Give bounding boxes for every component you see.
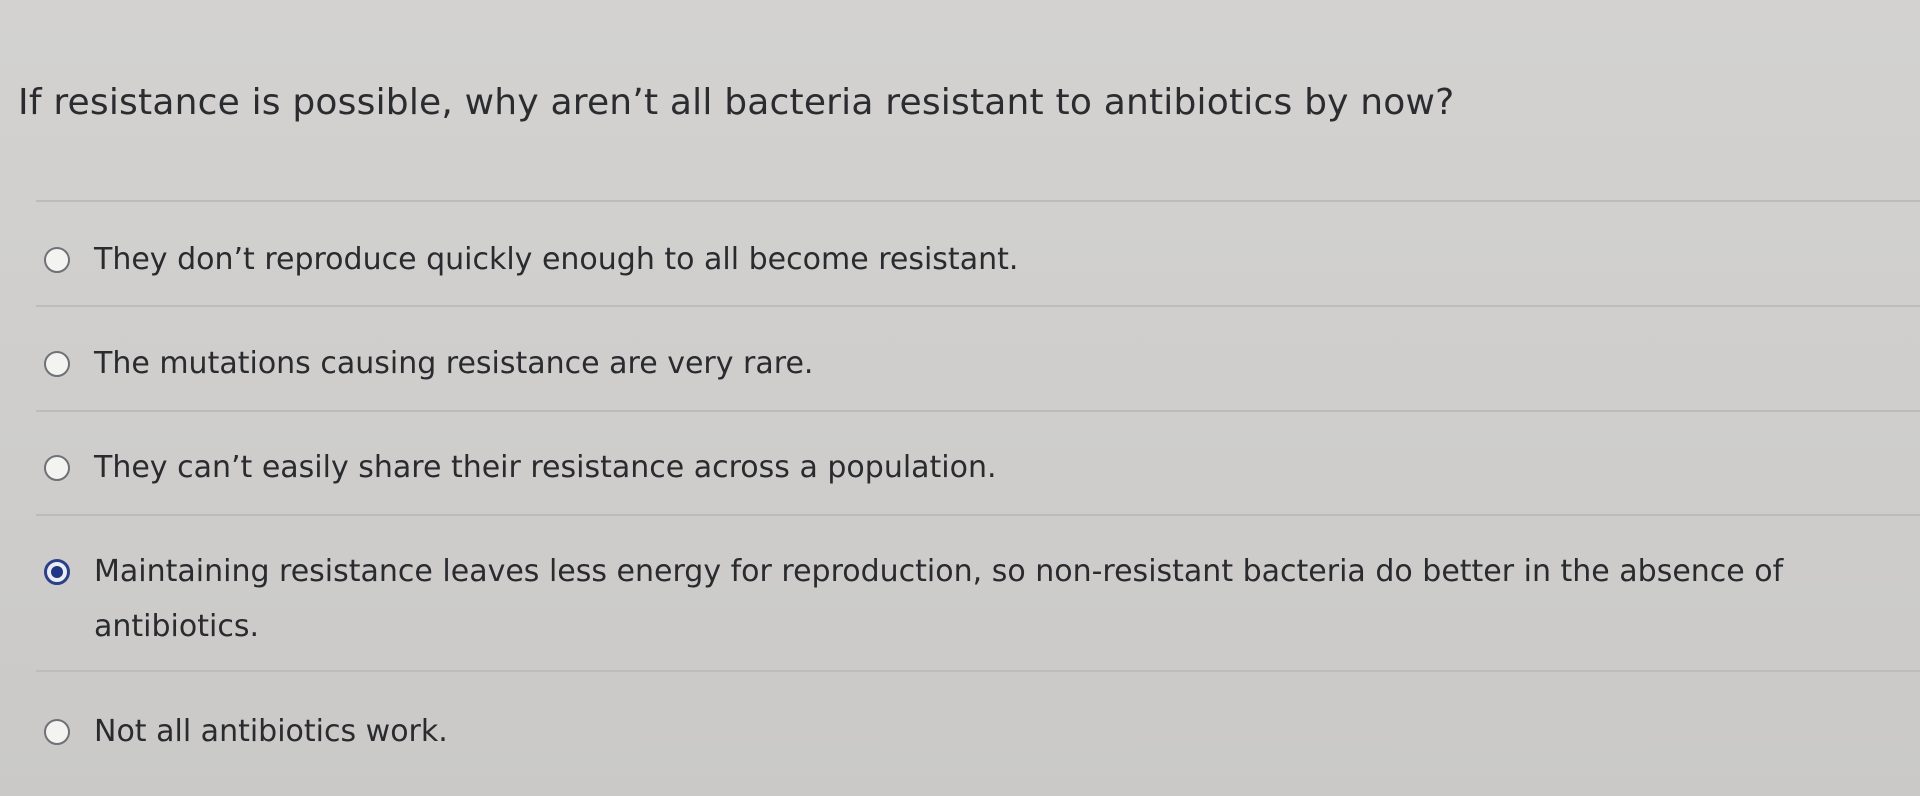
divider xyxy=(36,514,1920,516)
option-label: Maintaining resistance leaves less energ… xyxy=(94,554,1784,644)
divider xyxy=(36,200,1920,202)
radio-button-icon[interactable] xyxy=(44,247,70,273)
answer-option-2[interactable]: The mutations causing resistance are ver… xyxy=(44,344,1860,391)
radio-button-icon[interactable] xyxy=(44,455,70,481)
radio-button-icon[interactable] xyxy=(44,719,70,745)
radio-button-icon[interactable] xyxy=(44,351,70,377)
answer-option-1[interactable]: They don’t reproduce quickly enough to a… xyxy=(44,240,1860,287)
radio-button-selected-icon[interactable] xyxy=(44,559,70,585)
answer-option-4-selected[interactable]: Maintaining resistance leaves less energ… xyxy=(44,552,1860,654)
option-label: Not all antibiotics work. xyxy=(94,714,448,749)
question-text: If resistance is possible, why aren’t al… xyxy=(18,82,1455,123)
quiz-question-panel: If resistance is possible, why aren’t al… xyxy=(0,0,1920,796)
option-label: The mutations causing resistance are ver… xyxy=(94,346,814,381)
option-label: They don’t reproduce quickly enough to a… xyxy=(94,242,1019,277)
answer-option-5[interactable]: Not all antibiotics work. xyxy=(44,712,1860,759)
divider xyxy=(36,305,1920,307)
answer-option-3[interactable]: They can’t easily share their resistance… xyxy=(44,448,1860,495)
divider xyxy=(36,670,1920,672)
option-label: They can’t easily share their resistance… xyxy=(94,450,997,485)
divider xyxy=(36,410,1920,412)
